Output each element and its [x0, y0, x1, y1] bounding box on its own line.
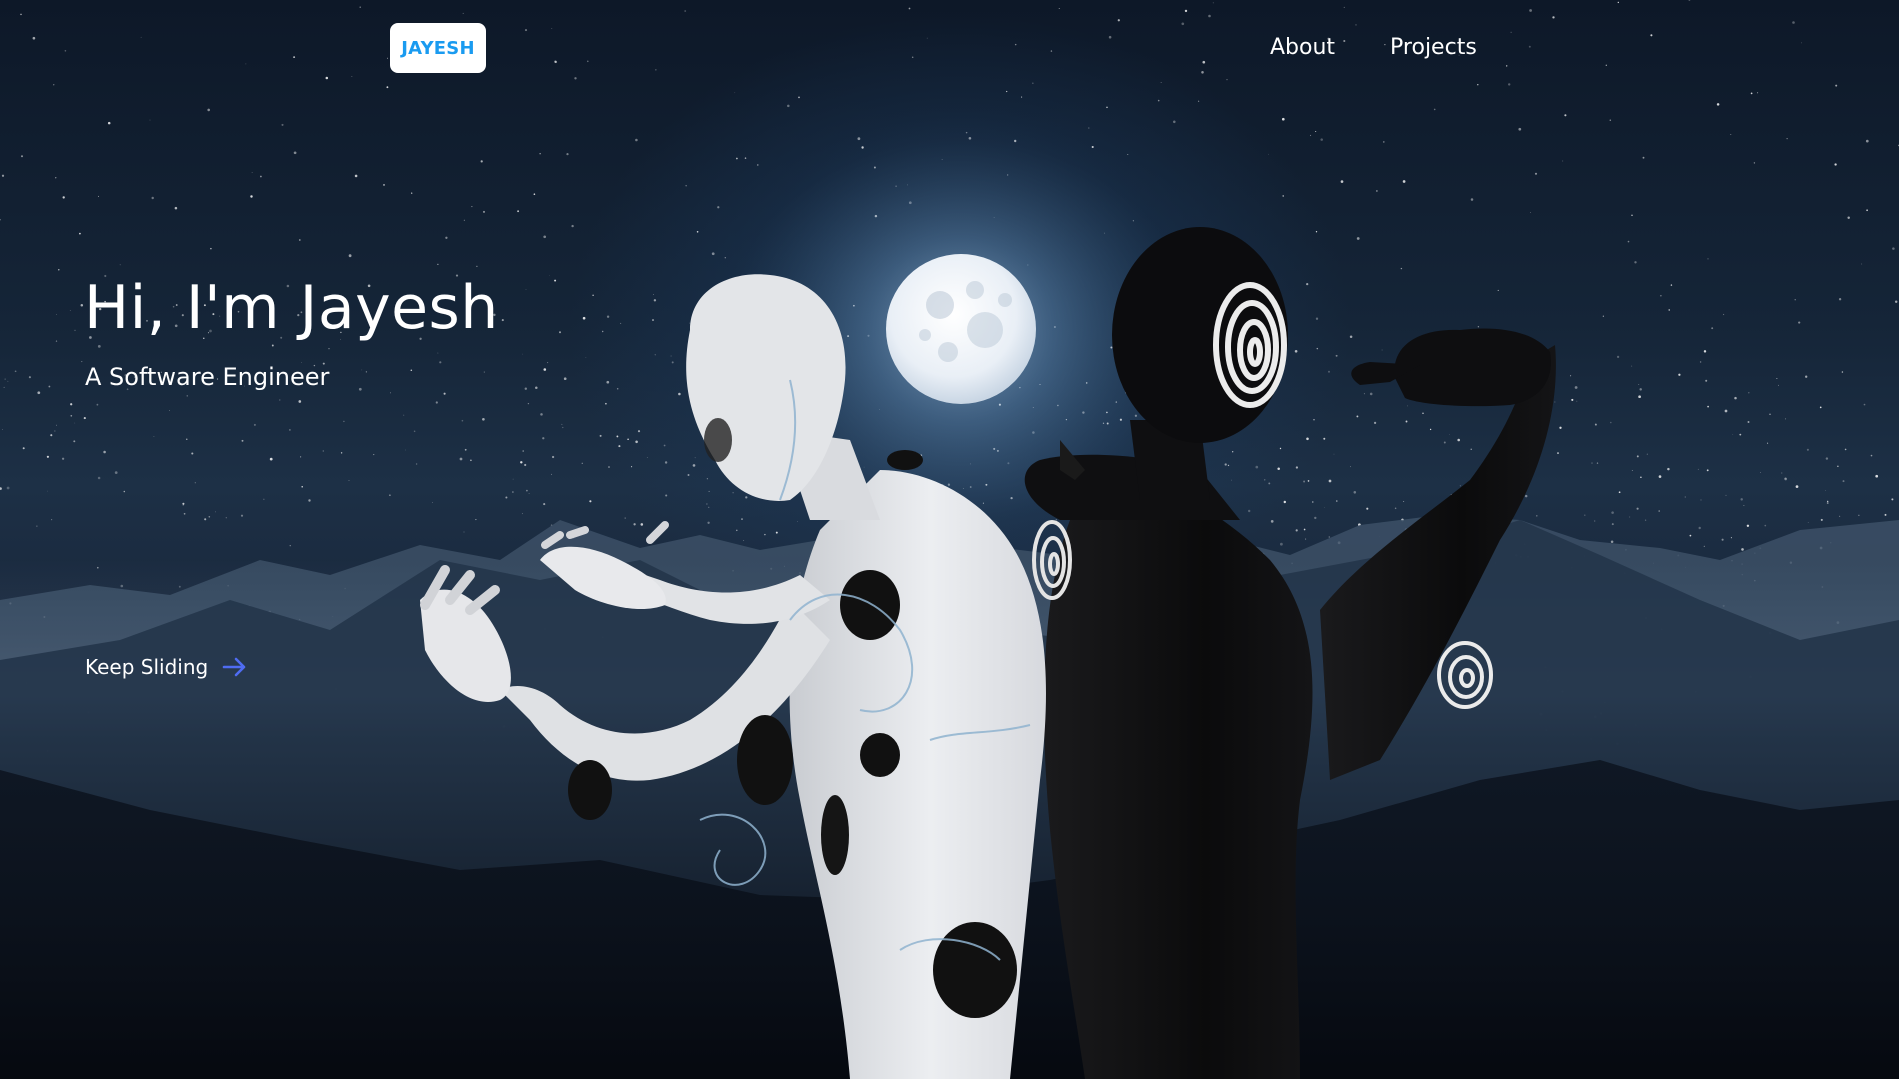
logo-button[interactable]: JAYESH — [390, 23, 486, 73]
arrow-right-icon — [222, 655, 248, 679]
hero-title: Hi, I'm Jayesh — [84, 273, 499, 343]
main-nav: About Projects — [1270, 30, 1477, 66]
scene-illustration — [0, 100, 1899, 1079]
keep-sliding-button[interactable]: Keep Sliding — [85, 650, 248, 684]
hero-section: JAYESH About Projects Hi, I'm Jayesh A S… — [0, 0, 1899, 1079]
hero-subtitle: A Software Engineer — [85, 363, 330, 391]
moon — [886, 254, 1036, 404]
nav-link-about[interactable]: About — [1270, 30, 1335, 66]
keep-sliding-label: Keep Sliding — [85, 655, 209, 679]
logo-text: JAYESH — [401, 37, 475, 59]
nav-link-projects[interactable]: Projects — [1390, 30, 1477, 66]
